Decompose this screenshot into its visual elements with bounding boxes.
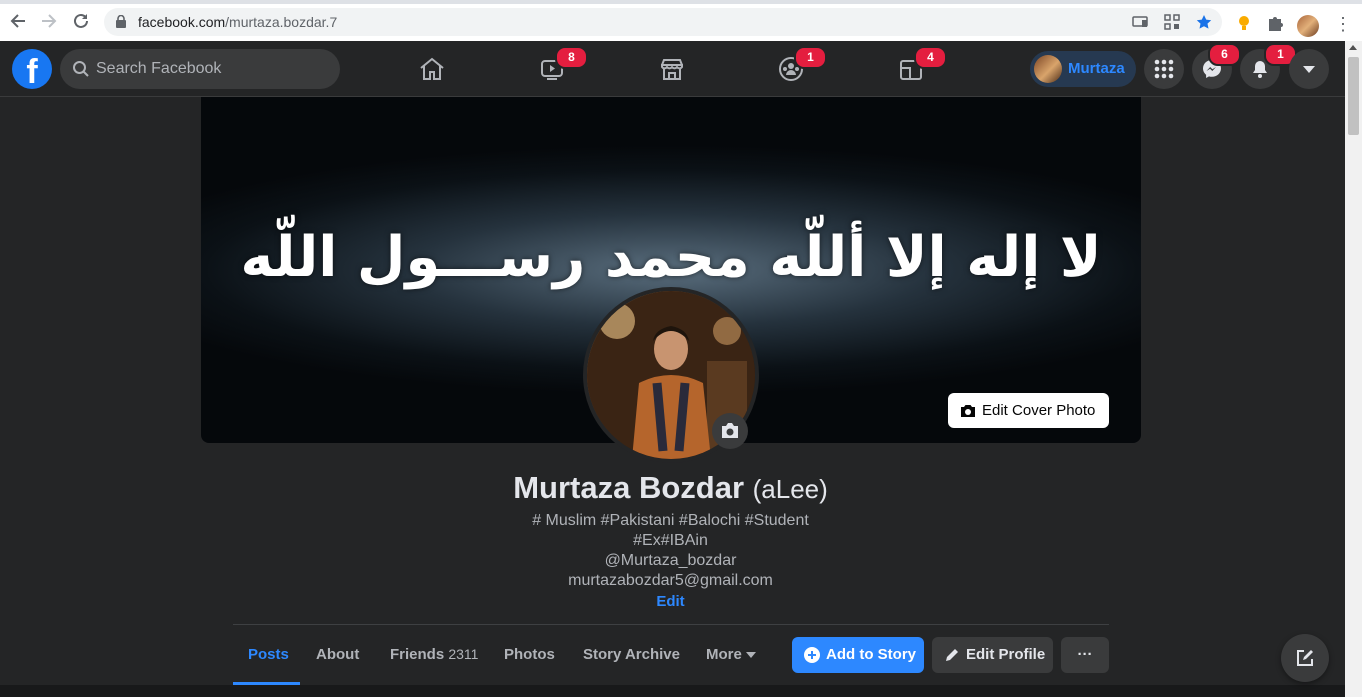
url-host: facebook.com (138, 14, 226, 30)
cover-calligraphy: لا إله إلا أللّه محمد رســـول اللّه (240, 225, 1102, 290)
more-options-button[interactable]: ··· (1061, 637, 1109, 673)
edit-profile-button[interactable]: Edit Profile (932, 637, 1053, 673)
watch-badge: 8 (555, 46, 588, 69)
edit-bio-link[interactable]: Edit (0, 593, 1341, 610)
scroll-thumb[interactable] (1348, 57, 1359, 135)
new-message-button[interactable] (1281, 634, 1329, 682)
pencil-icon (946, 649, 958, 661)
tab-gaming[interactable]: 4 (855, 41, 965, 97)
tab-marketplace[interactable] (616, 41, 726, 97)
camera-icon (961, 405, 975, 417)
tab-story-archive[interactable]: Story Archive (583, 646, 680, 663)
profile-name-text: Murtaza Bozdar (513, 470, 745, 505)
add-to-story-button[interactable]: Add to Story (792, 637, 924, 673)
url-path: /murtaza.bozdar.7 (225, 14, 338, 30)
tab-groups[interactable]: 1 (735, 41, 845, 97)
update-profile-picture-button[interactable] (712, 413, 748, 449)
bio-line: murtazabozdar5@gmail.com (568, 572, 773, 589)
more-options-label: ··· (1077, 646, 1093, 663)
qr-code-icon[interactable] (1164, 14, 1180, 30)
profile-name: Murtaza Bozdar (aLee) (0, 470, 1341, 506)
avatar (1034, 55, 1062, 83)
edit-cover-photo-label: Edit Cover Photo (982, 402, 1096, 419)
profile-shortcut-name: Murtaza (1068, 60, 1125, 77)
search-input[interactable] (96, 49, 326, 89)
address-bar[interactable]: facebook.com/murtaza.bozdar.7 (104, 8, 1222, 36)
tab-friends[interactable]: Friends 2311 (390, 646, 478, 663)
cast-icon[interactable] (1132, 14, 1148, 30)
forward-arrow-icon[interactable] (38, 12, 60, 34)
bio-line: #Ex#IBAin (633, 532, 708, 549)
bio-line: @Murtaza_bozdar (604, 552, 737, 569)
plus-circle-icon (804, 647, 820, 663)
facebook-logo-icon[interactable]: f (12, 49, 52, 89)
bookmark-star-icon[interactable] (1196, 14, 1212, 30)
compose-icon (1297, 650, 1313, 666)
puzzle-extensions-icon[interactable] (1266, 14, 1284, 32)
lightbulb-extension-icon[interactable] (1235, 14, 1253, 32)
reload-icon[interactable] (70, 12, 92, 34)
tab-home[interactable] (376, 41, 486, 97)
scroll-up-arrow-icon[interactable] (1349, 45, 1357, 50)
back-arrow-icon[interactable] (7, 12, 29, 34)
facebook-top-nav: f 8 1 4 Murtaza 6 1 (0, 41, 1345, 97)
edit-cover-photo-button[interactable]: Edit Cover Photo (948, 393, 1109, 428)
home-icon (420, 57, 444, 80)
chrome-menu-icon[interactable]: ⋮ (1334, 13, 1352, 35)
messenger-button[interactable]: 6 (1192, 43, 1241, 89)
tab-posts[interactable]: Posts (248, 646, 289, 663)
account-menu-button[interactable] (1289, 49, 1329, 89)
messenger-badge: 6 (1208, 43, 1241, 66)
profile-shortcut-button[interactable]: Murtaza (1030, 51, 1136, 87)
camera-icon (722, 423, 738, 438)
search-icon (73, 61, 89, 77)
chevron-down-icon (746, 652, 757, 658)
menu-button[interactable] (1144, 49, 1184, 89)
add-to-story-label: Add to Story (826, 646, 916, 663)
friends-count: 2311 (448, 646, 479, 662)
chrome-profile-avatar[interactable] (1297, 15, 1319, 37)
url-text: facebook.com/murtaza.bozdar.7 (138, 14, 337, 30)
groups-badge: 1 (794, 46, 827, 69)
notifications-button[interactable]: 1 (1240, 43, 1297, 89)
edit-profile-label: Edit Profile (966, 646, 1046, 663)
lock-icon (116, 15, 126, 28)
page-body-edge (0, 685, 1345, 697)
tab-friends-label: Friends (390, 646, 445, 663)
tab-watch[interactable]: 8 (496, 41, 606, 97)
marketplace-icon (661, 59, 683, 80)
profile-alt-name: (aLee) (752, 474, 828, 504)
caret-down-icon (1303, 66, 1315, 73)
profile-divider (233, 624, 1109, 625)
page-scrollbar[interactable] (1345, 41, 1362, 697)
tab-photos[interactable]: Photos (504, 646, 555, 663)
tab-more-label: More (706, 646, 742, 663)
search-bar[interactable] (60, 49, 340, 89)
gaming-badge: 4 (914, 46, 947, 69)
grid-menu-icon (1154, 59, 1174, 79)
tab-about[interactable]: About (316, 646, 359, 663)
browser-toolbar: facebook.com/murtaza.bozdar.7 ⋮ (0, 0, 1362, 41)
tab-more[interactable]: More (706, 646, 757, 663)
bio-line: # Muslim #Pakistani #Balochi #Student (532, 512, 809, 529)
